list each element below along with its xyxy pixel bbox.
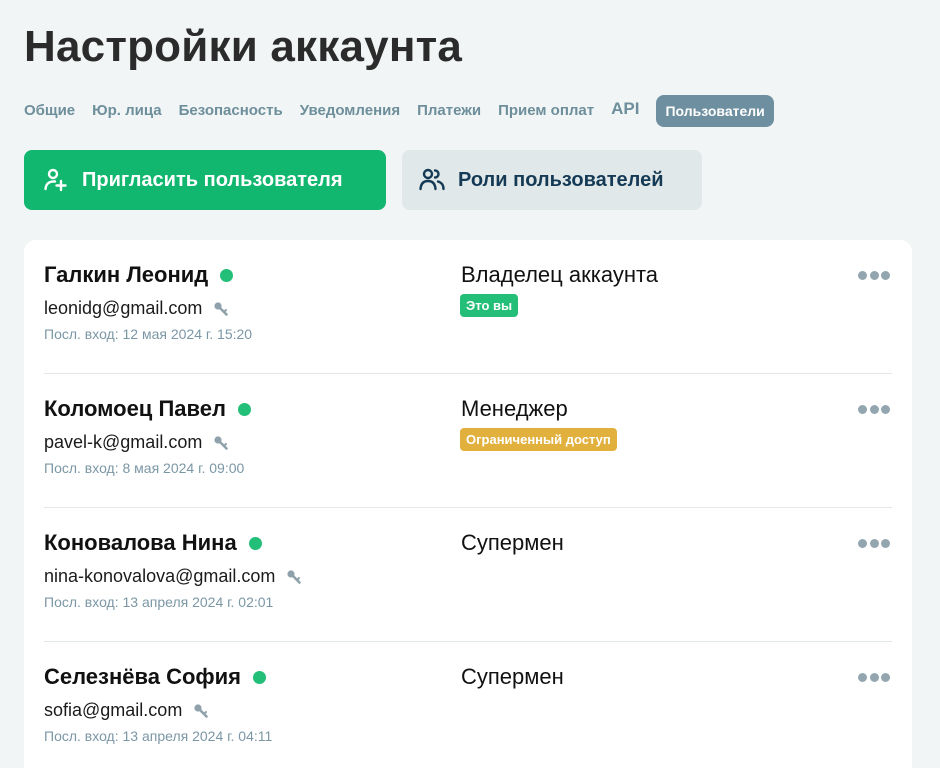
more-dot bbox=[858, 270, 867, 280]
more-dot bbox=[881, 538, 890, 548]
tab-security[interactable]: Безопасность bbox=[179, 102, 283, 119]
user-roles-label: Роли пользователей bbox=[458, 168, 664, 191]
more-dot bbox=[858, 672, 867, 682]
more-dot bbox=[858, 404, 867, 414]
more-dot bbox=[881, 672, 890, 682]
settings-tabs: Общие Юр. лица Безопасность Уведомления … bbox=[24, 94, 774, 127]
online-status-dot bbox=[248, 536, 262, 550]
tab-general[interactable]: Общие bbox=[24, 102, 75, 119]
invite-user-button[interactable]: Пригласить пользователя bbox=[24, 150, 386, 210]
online-status-dot bbox=[237, 402, 251, 416]
user-plus-icon bbox=[42, 166, 70, 194]
more-options-button[interactable] bbox=[858, 538, 890, 548]
online-status-dot bbox=[253, 670, 267, 684]
last-login: Посл. вход: 12 мая 2024 г. 15:20 bbox=[44, 326, 253, 342]
user-row: Галкин Леонид leonidg@gmail.com Посл. вх… bbox=[44, 240, 892, 374]
user-role: Супермен bbox=[461, 530, 564, 555]
more-options-button[interactable] bbox=[858, 270, 890, 280]
more-dot bbox=[881, 270, 890, 280]
more-options-button[interactable] bbox=[858, 672, 890, 682]
tab-api[interactable]: API bbox=[611, 99, 639, 119]
user-name: Коновалова Нина bbox=[44, 530, 262, 556]
user-row: Коломоец Павел pavel-k@gmail.com Посл. в… bbox=[44, 374, 892, 508]
user-role: Менеджер bbox=[461, 396, 568, 421]
last-login: Посл. вход: 13 апреля 2024 г. 04:11 bbox=[44, 728, 273, 744]
user-role: Владелец аккаунта bbox=[461, 262, 659, 287]
user-name: Селезнёва София bbox=[44, 664, 267, 690]
user-name-text: Селезнёва София bbox=[44, 664, 242, 689]
user-email-text: sofia@gmail.com bbox=[44, 700, 183, 720]
user-name-text: Коновалова Нина bbox=[44, 530, 237, 555]
user-email: pavel-k@gmail.com bbox=[44, 432, 229, 453]
key-icon[interactable] bbox=[213, 301, 229, 317]
more-dot bbox=[869, 538, 879, 548]
user-name: Коломоец Павел bbox=[44, 396, 251, 422]
user-name-text: Галкин Леонид bbox=[44, 262, 209, 287]
invite-user-label: Пригласить пользователя bbox=[82, 168, 343, 191]
tab-payments[interactable]: Платежи bbox=[417, 102, 481, 119]
more-dot bbox=[869, 672, 879, 682]
user-name-text: Коломоец Павел bbox=[44, 396, 226, 421]
actions-bar: Пригласить пользователя Роли пользовател… bbox=[24, 150, 702, 210]
user-name: Галкин Леонид bbox=[44, 262, 234, 288]
tab-payment-acceptance[interactable]: Прием оплат bbox=[498, 102, 594, 119]
user-row: Селезнёва София sofia@gmail.com Посл. вх… bbox=[44, 642, 892, 768]
user-email: leonidg@gmail.com bbox=[44, 298, 229, 319]
key-icon[interactable] bbox=[286, 569, 302, 585]
user-row: Коновалова Нина nina-konovalova@gmail.co… bbox=[44, 508, 892, 642]
key-icon[interactable] bbox=[213, 435, 229, 451]
user-email-text: leonidg@gmail.com bbox=[44, 298, 203, 318]
tab-users[interactable]: Пользователи bbox=[656, 94, 774, 127]
last-login: Посл. вход: 8 мая 2024 г. 09:00 bbox=[44, 460, 245, 476]
user-email-text: nina-konovalova@gmail.com bbox=[44, 566, 276, 586]
key-icon[interactable] bbox=[193, 703, 209, 719]
status-badge: Это вы bbox=[460, 294, 519, 317]
more-dot bbox=[869, 270, 879, 280]
tab-notifications[interactable]: Уведомления bbox=[300, 102, 400, 119]
user-email-text: pavel-k@gmail.com bbox=[44, 432, 203, 452]
status-badge: Ограниченный доступ bbox=[460, 428, 617, 451]
more-options-button[interactable] bbox=[858, 404, 890, 414]
more-dot bbox=[858, 538, 867, 548]
more-dot bbox=[869, 404, 879, 414]
user-email: sofia@gmail.com bbox=[44, 700, 209, 721]
users-list: Галкин Леонид leonidg@gmail.com Посл. вх… bbox=[24, 240, 912, 768]
last-login: Посл. вход: 13 апреля 2024 г. 02:01 bbox=[44, 594, 274, 610]
user-role: Супермен bbox=[461, 664, 564, 689]
user-email: nina-konovalova@gmail.com bbox=[44, 566, 302, 587]
online-status-dot bbox=[220, 268, 234, 282]
page-title: Настройки аккаунта bbox=[24, 22, 463, 71]
user-roles-button[interactable]: Роли пользователей bbox=[402, 150, 702, 210]
users-icon bbox=[418, 166, 446, 194]
more-dot bbox=[881, 404, 890, 414]
tab-legal-entities[interactable]: Юр. лица bbox=[92, 102, 161, 119]
